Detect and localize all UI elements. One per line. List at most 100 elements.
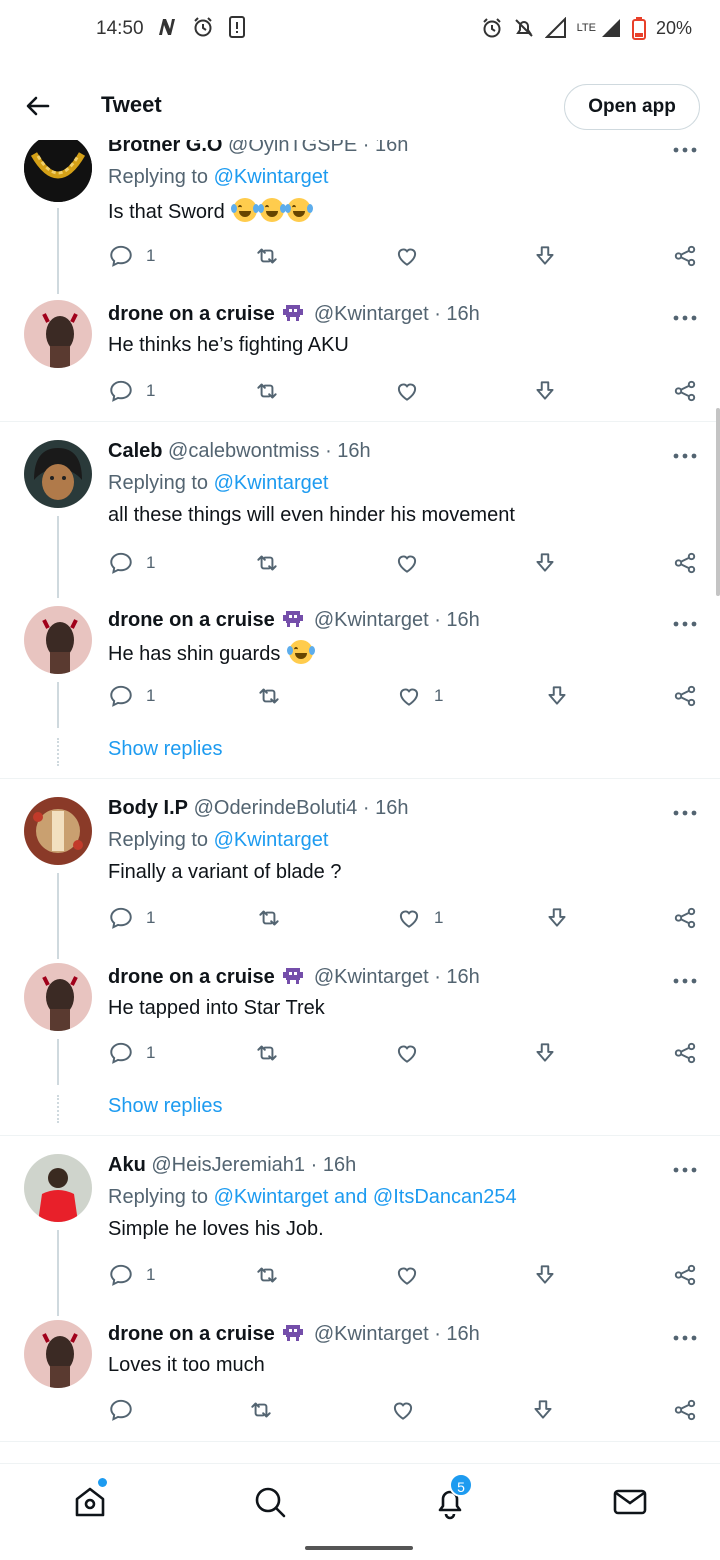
share-button[interactable] (672, 1260, 698, 1290)
tweet-drone-reply[interactable]: drone on a cruise @Kwintarget · 16h Love… (0, 1306, 720, 1440)
author-handle[interactable]: @Kwintarget (314, 1323, 429, 1345)
like-button[interactable] (394, 376, 432, 406)
like-button[interactable] (394, 241, 432, 271)
share-button[interactable] (672, 548, 698, 578)
share-button[interactable] (672, 376, 698, 406)
retweet-button[interactable] (256, 903, 282, 933)
like-button[interactable]: 1 (396, 903, 443, 933)
more-options-icon[interactable] (672, 142, 698, 153)
avatar[interactable] (24, 606, 92, 674)
like-button[interactable] (390, 1395, 428, 1425)
tweet-time[interactable]: · 16h (325, 440, 371, 462)
back-arrow-icon[interactable] (22, 90, 54, 122)
retweet-button[interactable] (254, 241, 280, 271)
tweet-time[interactable]: · 16h (311, 1154, 357, 1176)
author-handle[interactable]: @OderindeBoluti4 (194, 797, 358, 819)
tweet-body-ip[interactable]: Body I.P @OderindeBoluti4 · 16h Replying… (0, 779, 720, 959)
retweet-button[interactable] (254, 376, 280, 406)
avatar[interactable] (24, 134, 92, 202)
download-button[interactable] (532, 241, 558, 271)
retweet-button[interactable] (254, 1260, 280, 1290)
home-icon[interactable] (72, 1484, 108, 1520)
author-name[interactable]: Aku (108, 1154, 146, 1176)
tweet-aku[interactable]: Aku @HeisJeremiah1 · 16h Replying to @Kw… (0, 1136, 720, 1316)
more-options-icon[interactable] (672, 1162, 698, 1173)
replying-to-link[interactable]: @Kwintarget (214, 829, 329, 851)
like-button[interactable] (394, 1038, 432, 1068)
share-button[interactable] (672, 1038, 698, 1068)
author-handle[interactable]: @Kwintarget (314, 966, 429, 988)
author-handle[interactable]: @Kwintarget (314, 609, 429, 631)
more-options-icon[interactable] (672, 616, 698, 627)
share-button[interactable] (672, 1395, 698, 1425)
tweet-actions: 1 1 (108, 903, 700, 933)
replying-to-link[interactable]: @Kwintarget and @ItsDancan254 (214, 1186, 517, 1208)
author-name[interactable]: drone on a cruise (108, 966, 275, 988)
retweet-button[interactable] (254, 1038, 280, 1068)
share-button[interactable] (672, 241, 698, 271)
download-button[interactable] (544, 681, 570, 711)
author-name[interactable]: drone on a cruise (108, 303, 275, 325)
download-button[interactable] (530, 1395, 556, 1425)
author-name[interactable]: drone on a cruise (108, 1323, 275, 1345)
retweet-button[interactable] (256, 681, 282, 711)
reply-button[interactable]: 1 (108, 1260, 155, 1290)
messages-icon[interactable] (612, 1484, 648, 1520)
gesture-bar[interactable] (305, 1546, 413, 1550)
avatar[interactable] (24, 300, 92, 368)
download-button[interactable] (532, 548, 558, 578)
author-handle[interactable]: @calebwontmiss (168, 440, 319, 462)
tweet-caleb[interactable]: Caleb @calebwontmiss · 16h Replying to @… (0, 422, 720, 598)
show-replies-link[interactable]: Show replies (108, 1095, 223, 1118)
more-options-icon[interactable] (672, 973, 698, 984)
author-name[interactable]: Body I.P (108, 797, 188, 819)
avatar[interactable] (24, 797, 92, 865)
author-handle[interactable]: @Kwintarget (314, 303, 429, 325)
reply-button[interactable]: 1 (108, 903, 155, 933)
reply-button[interactable]: 1 (108, 241, 155, 271)
more-options-icon[interactable] (672, 805, 698, 816)
search-icon[interactable] (252, 1484, 288, 1520)
tweet-drone-reply[interactable]: drone on a cruise @Kwintarget · 16h He t… (0, 949, 720, 1135)
tweet-time[interactable]: · 16h (434, 609, 480, 631)
retweet-button[interactable] (248, 1395, 274, 1425)
download-button[interactable] (532, 376, 558, 406)
share-button[interactable] (672, 681, 698, 711)
replying-to-link[interactable]: @Kwintarget (214, 166, 329, 188)
avatar[interactable] (24, 440, 92, 508)
share-button[interactable] (672, 903, 698, 933)
replying-prefix: Replying to (108, 166, 209, 188)
reply-button[interactable]: 1 (108, 548, 155, 578)
avatar[interactable] (24, 1154, 92, 1222)
more-options-icon[interactable] (672, 1330, 698, 1341)
download-button[interactable] (532, 1038, 558, 1068)
like-button[interactable]: 1 (396, 681, 443, 711)
tweet-drone-reply[interactable]: drone on a cruise @Kwintarget · 16h He h… (0, 592, 720, 778)
tweet-time[interactable]: · 16h (434, 303, 480, 325)
download-button[interactable] (544, 903, 570, 933)
reply-button[interactable]: 1 (108, 681, 155, 711)
show-replies-link[interactable]: Show replies (108, 738, 223, 761)
replying-to-link[interactable]: @Kwintarget (214, 472, 329, 494)
top-app-bar: Tweet Open app (0, 60, 720, 140)
tweet-time[interactable]: · 16h (434, 1323, 480, 1345)
tweet-drone-reply[interactable]: drone on a cruise @Kwintarget · 16h He t… (0, 290, 720, 420)
reply-button[interactable] (108, 1395, 146, 1425)
like-button[interactable] (394, 1260, 432, 1290)
author-name[interactable]: drone on a cruise (108, 609, 275, 631)
like-button[interactable] (394, 548, 432, 578)
more-options-icon[interactable] (672, 448, 698, 459)
reply-button[interactable]: 1 (108, 376, 155, 406)
tweet-time[interactable]: · 16h (363, 797, 409, 819)
avatar[interactable] (24, 1320, 92, 1388)
open-app-button[interactable]: Open app (564, 84, 700, 130)
more-options-icon[interactable] (672, 310, 698, 321)
download-button[interactable] (532, 1260, 558, 1290)
scrollbar[interactable] (716, 408, 720, 596)
tweet-time[interactable]: · 16h (434, 966, 480, 988)
retweet-button[interactable] (254, 548, 280, 578)
author-handle[interactable]: @HeisJeremiah1 (151, 1154, 305, 1176)
author-name[interactable]: Caleb (108, 440, 162, 462)
reply-button[interactable]: 1 (108, 1038, 155, 1068)
avatar[interactable] (24, 963, 92, 1031)
